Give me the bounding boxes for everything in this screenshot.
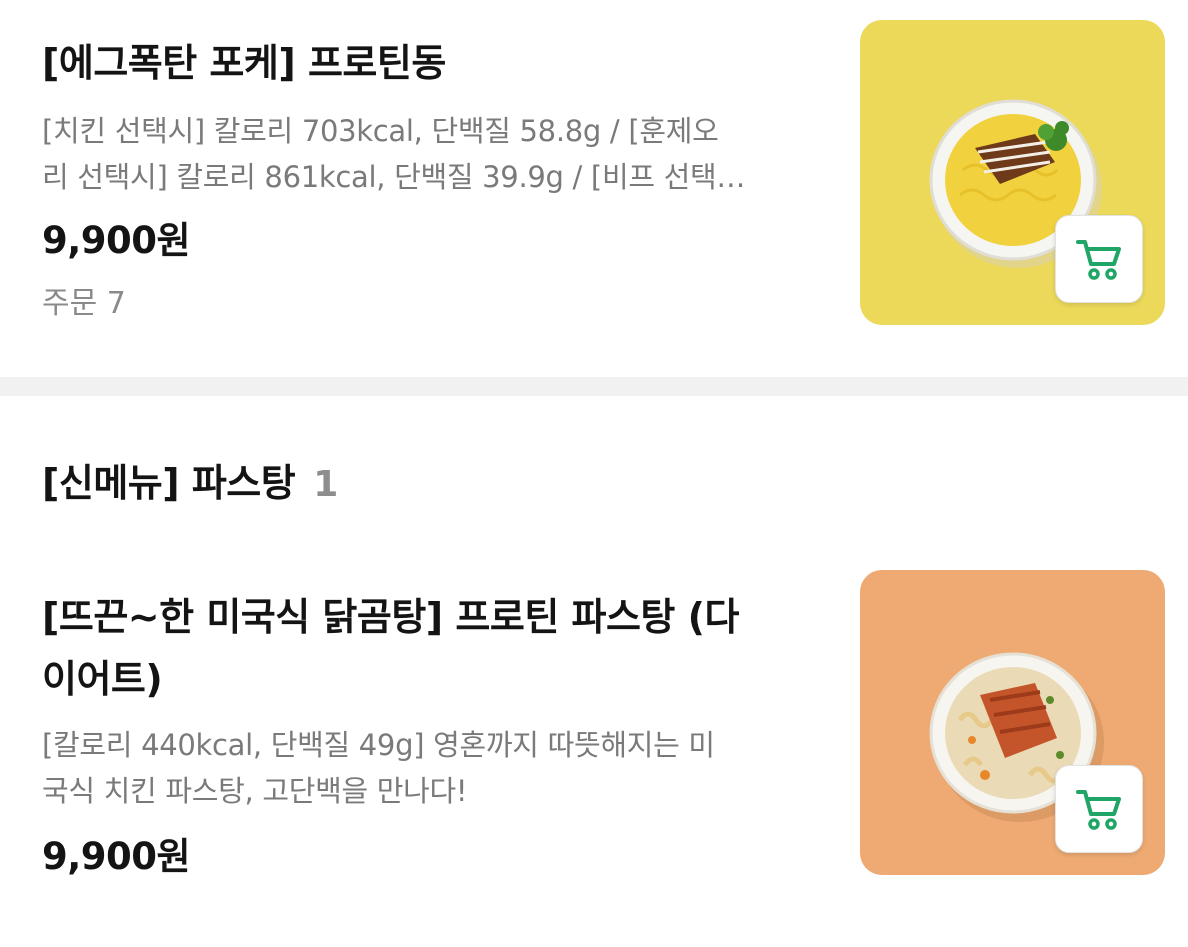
menu-item-price: 9,900원: [42, 219, 191, 262]
menu-item-title-line2: 이어트): [42, 657, 163, 701]
section-divider: [0, 377, 1188, 396]
add-to-cart-button[interactable]: [1055, 765, 1143, 853]
section-count: 1: [313, 464, 339, 505]
menu-item-title: [에그폭탄 포케] 프로틴동: [42, 41, 446, 85]
menu-item-desc-line2: 리 선택시] 칼로리 861kcal, 단백질 39.9g / [비프 선택…: [42, 160, 746, 194]
menu-item-image[interactable]: [860, 20, 1165, 325]
section-header: [신메뉴] 파스탕 1: [42, 452, 338, 507]
menu-item-desc-line1: [치킨 선택시] 칼로리 703kcal, 단백질 58.8g / [훈제오: [42, 114, 719, 148]
menu-item-text: [에그폭탄 포케] 프로틴동 [치킨 선택시] 칼로리 703kcal, 단백질…: [42, 32, 812, 322]
shopping-cart-icon: [1076, 790, 1121, 830]
menu-item-title-line1: [뜨끈~한 미국식 닭곰탕] 프로틴 파스탕 (다: [42, 595, 739, 639]
shopping-cart-icon: [1076, 240, 1121, 280]
section-title: [신메뉴] 파스탕: [42, 461, 296, 505]
menu-item-desc-line1: [칼로리 440kcal, 단백질 49g] 영혼까지 따뜻해지는 미: [42, 728, 715, 762]
menu-item-price: 9,900원: [42, 835, 191, 878]
menu-item-protein-don[interactable]: [에그폭탄 포케] 프로틴동 [치킨 선택시] 칼로리 703kcal, 단백질…: [0, 0, 1188, 377]
menu-item-desc-line2: 국식 치킨 파스탕, 고단백을 만나다!: [42, 774, 468, 808]
menu-item-image[interactable]: [860, 570, 1165, 875]
menu-item-text: [뜨끈~한 미국식 닭곰탕] 프로틴 파스탕 (다 이어트) [칼로리 440k…: [42, 586, 812, 880]
menu-item-protein-pastang[interactable]: [뜨끈~한 미국식 닭곰탕] 프로틴 파스탕 (다 이어트) [칼로리 440k…: [0, 540, 1188, 947]
menu-item-order-count: 주문 7: [42, 286, 126, 321]
add-to-cart-button[interactable]: [1055, 215, 1143, 303]
